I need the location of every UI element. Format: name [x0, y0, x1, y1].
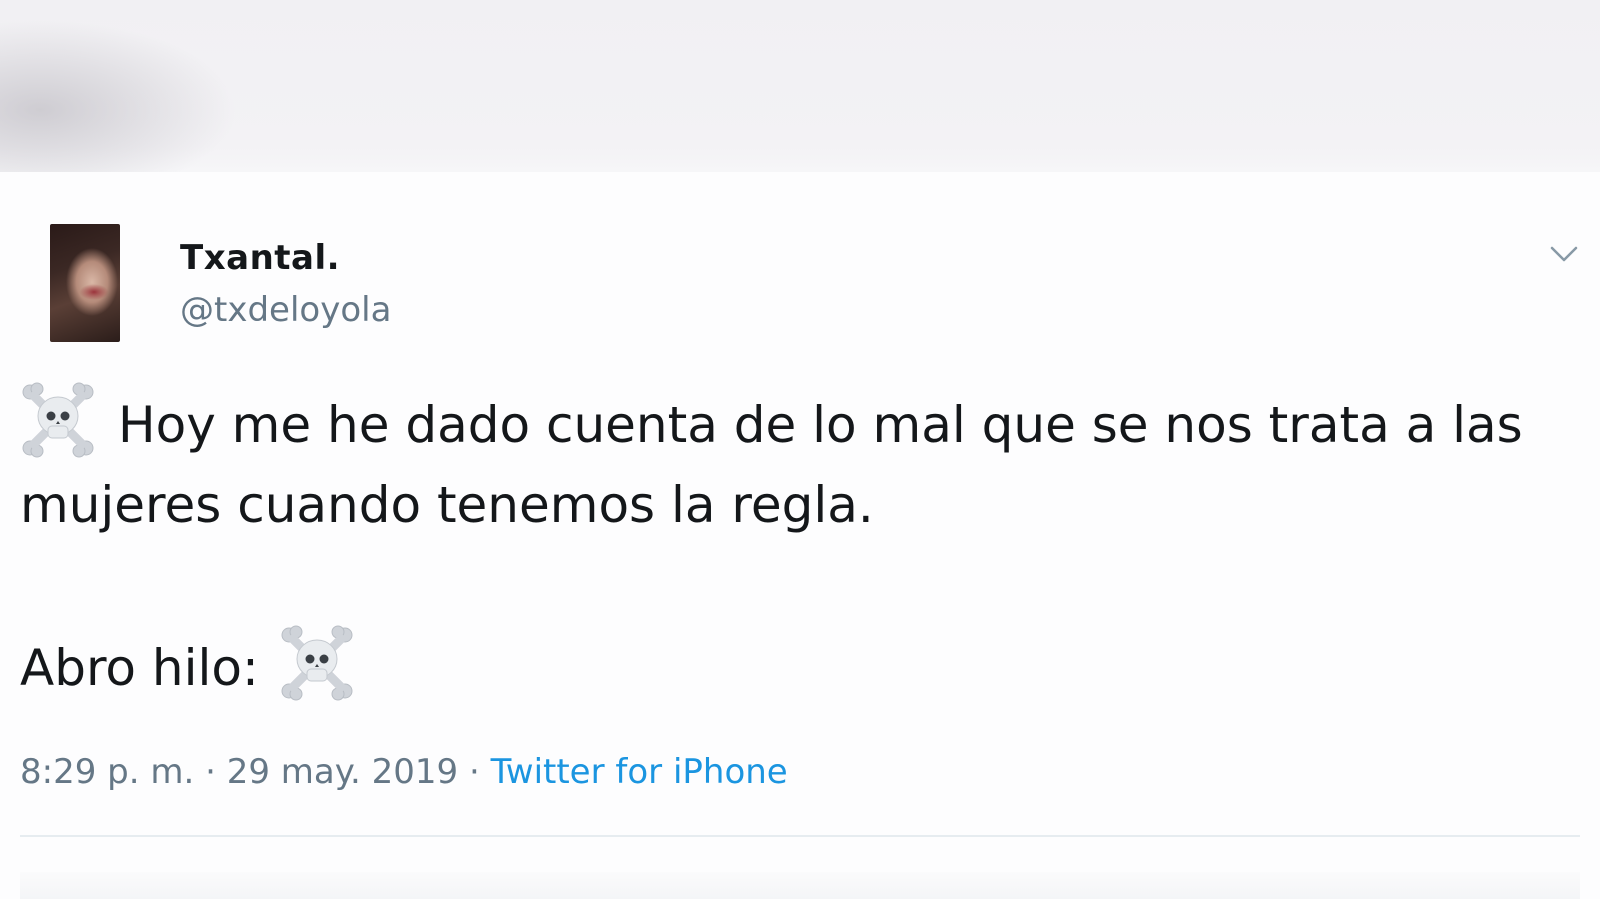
tweet-source-link[interactable]: Twitter for iPhone: [491, 752, 788, 792]
skull-and-crossbones-icon: [281, 625, 353, 701]
tweet-time[interactable]: 8:29 p. m.: [20, 752, 194, 792]
user-handle[interactable]: @txdeloyola: [180, 290, 391, 330]
display-name[interactable]: Txantal.: [180, 238, 340, 278]
chevron-down-icon[interactable]: [1548, 238, 1580, 270]
tweet-text: Hoy me he dado cuenta de lo mal que se n…: [20, 382, 1580, 708]
skull-and-crossbones-icon: [22, 382, 94, 458]
divider: [20, 835, 1580, 837]
tweet-metadata: 8:29 p. m. · 29 may. 2019 · Twitter for …: [20, 752, 788, 792]
tweet-date[interactable]: 29 may. 2019: [227, 752, 458, 792]
meta-separator: ·: [458, 752, 491, 792]
next-section-edge: [20, 872, 1580, 899]
blurred-header-area: [0, 0, 1600, 172]
meta-separator: ·: [194, 752, 227, 792]
avatar[interactable]: [50, 224, 120, 342]
tweet-text-line1: Hoy me he dado cuenta de lo mal que se n…: [20, 396, 1523, 534]
tweet-card: Txantal. @txdeloyola Hoy me he dado cuen…: [0, 172, 1600, 899]
tweet-text-line2: Abro hilo:: [20, 639, 259, 697]
